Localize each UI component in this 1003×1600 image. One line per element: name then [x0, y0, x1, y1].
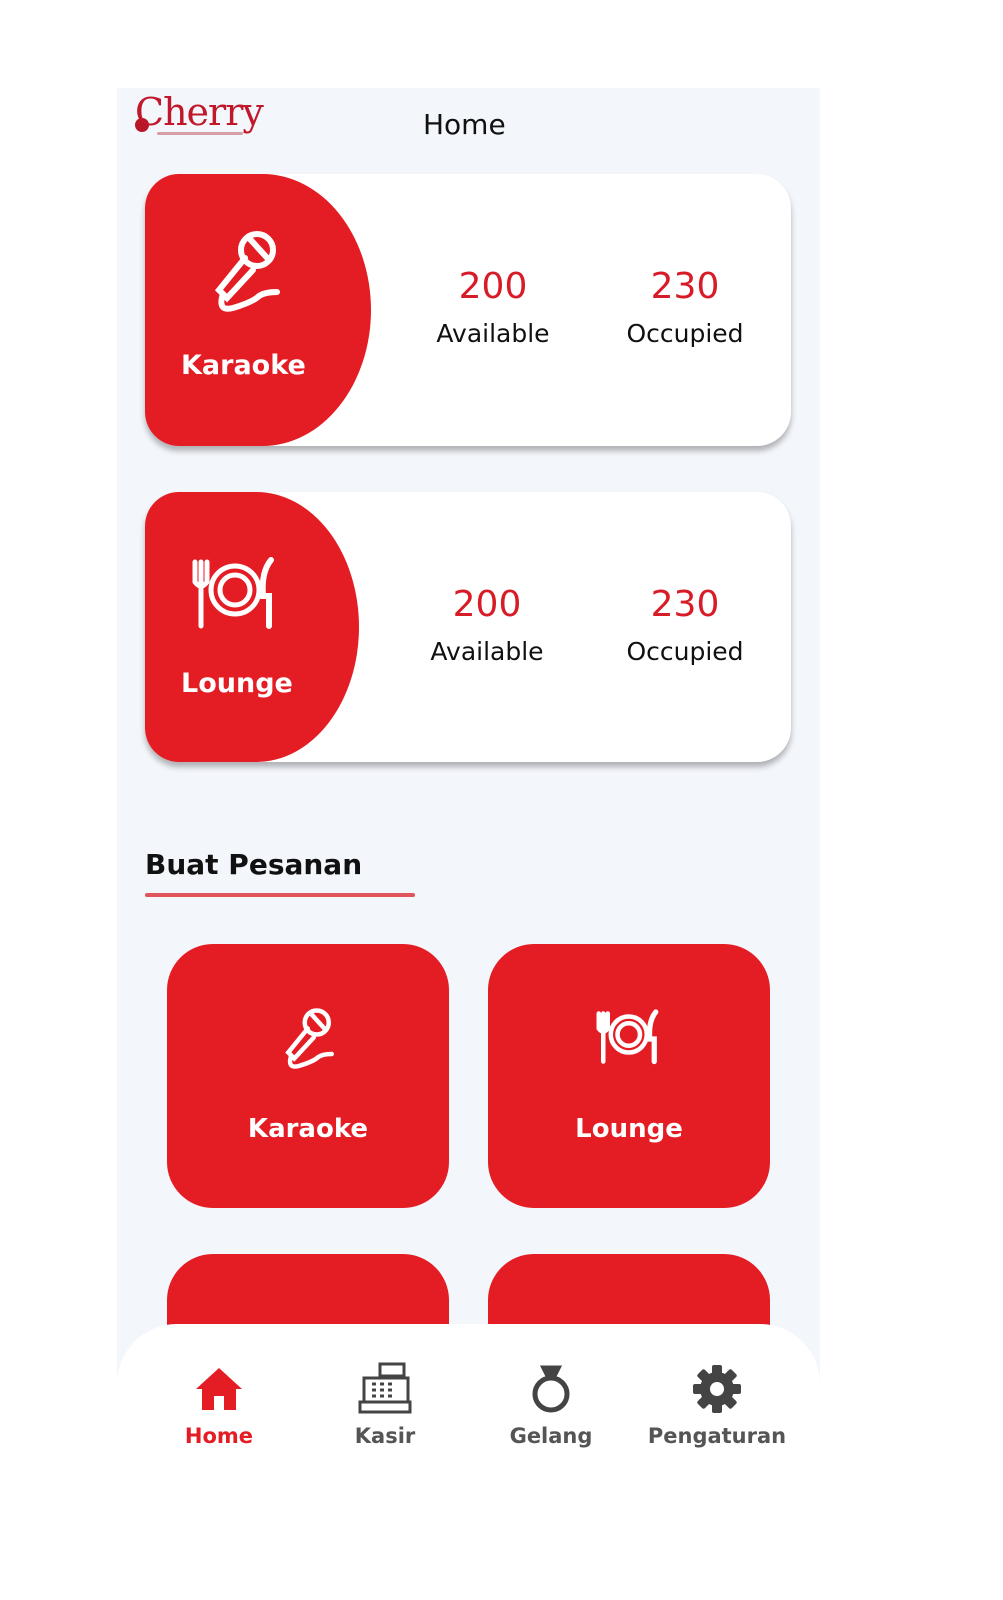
home-icon: [196, 1368, 242, 1410]
lounge-occupied-count: 230: [650, 584, 720, 625]
karaoke-available: 200 Available: [413, 266, 573, 348]
gear-icon: [693, 1365, 741, 1413]
lounge-occupied: 230 Occupied: [605, 584, 765, 666]
ring-icon: [532, 1365, 570, 1413]
order-lounge-label: Lounge: [575, 1114, 683, 1144]
cash-register-icon: [358, 1362, 412, 1414]
karaoke-available-label: Available: [436, 319, 550, 348]
karaoke-occupied: 230 Occupied: [605, 266, 765, 348]
logo-tagline-mark: [157, 132, 243, 135]
microphone-icon: [285, 1008, 334, 1069]
section-underline: [145, 893, 415, 897]
section-title: Buat Pesanan: [145, 848, 363, 881]
nav-kasir[interactable]: Kasir: [305, 1362, 465, 1448]
lounge-available-count: 200: [452, 584, 522, 625]
lounge-stat-tile: Lounge: [145, 492, 359, 762]
order-lounge-button[interactable]: Lounge: [488, 944, 770, 1208]
lounge-available: 200 Available: [407, 584, 567, 666]
nav-home-label: Home: [184, 1424, 254, 1448]
nav-gelang[interactable]: Gelang: [471, 1362, 631, 1448]
nav-pengaturan[interactable]: Pengaturan: [637, 1362, 797, 1448]
karaoke-occupied-label: Occupied: [626, 319, 744, 348]
nav-home[interactable]: Home: [139, 1362, 299, 1448]
plate-cutlery-icon: [596, 1009, 659, 1065]
nav-kasir-label: Kasir: [354, 1424, 416, 1448]
lounge-available-label: Available: [430, 637, 544, 666]
order-karaoke-label: Karaoke: [247, 1114, 369, 1144]
app-screen: Cherry Home Karaoke 200 Available 230 Oc…: [117, 88, 820, 1520]
karaoke-tile-label: Karaoke: [181, 350, 306, 381]
lounge-occupied-label: Occupied: [626, 637, 744, 666]
karaoke-stat-tile: Karaoke: [145, 174, 371, 446]
page-title: Home: [423, 108, 506, 141]
karaoke-available-count: 200: [458, 266, 528, 307]
bottom-navigation: Home Kasir Gelang Pengaturan: [117, 1324, 820, 1520]
lounge-stat-card[interactable]: Lounge 200 Available 230 Occupied: [145, 492, 791, 762]
lounge-tile-label: Lounge: [181, 668, 293, 699]
plate-cutlery-icon: [192, 557, 274, 629]
order-karaoke-button[interactable]: Karaoke: [167, 944, 449, 1208]
microphone-icon: [214, 231, 280, 312]
nav-gelang-label: Gelang: [509, 1424, 593, 1448]
karaoke-stat-card[interactable]: Karaoke 200 Available 230 Occupied: [145, 174, 791, 446]
nav-pengaturan-label: Pengaturan: [647, 1424, 787, 1448]
karaoke-occupied-count: 230: [650, 266, 720, 307]
